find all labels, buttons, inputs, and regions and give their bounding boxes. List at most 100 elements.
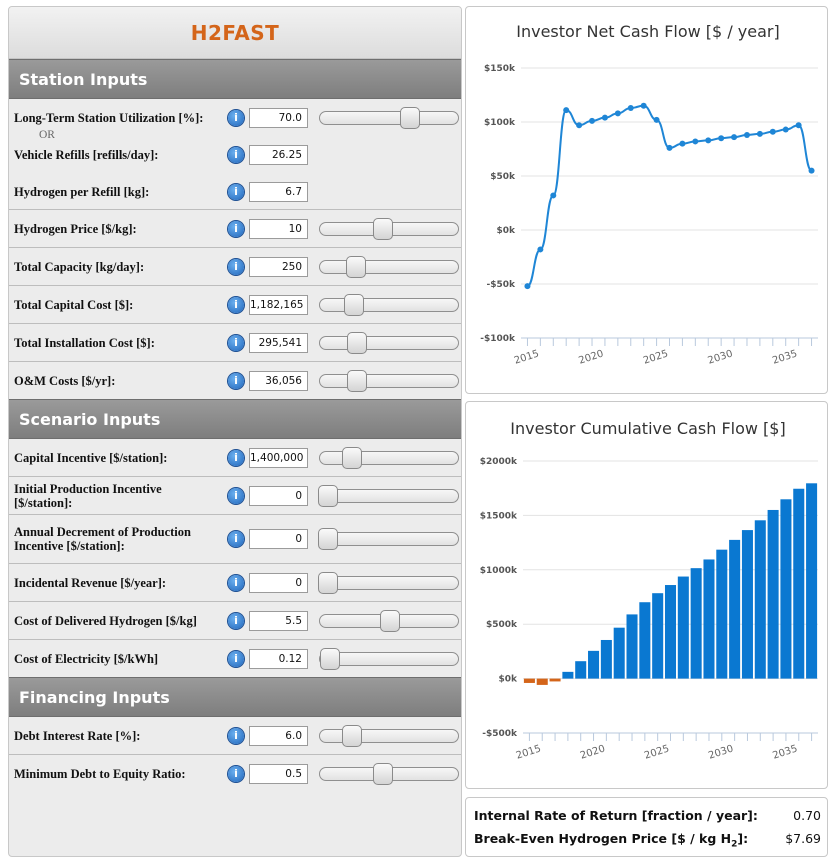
y-tick-label: $150k (484, 64, 516, 74)
x-tick-label: 2030 (707, 743, 735, 761)
x-tick-label: 2015 (513, 348, 541, 366)
info-icon[interactable]: i (228, 334, 244, 351)
info-icon[interactable]: i (228, 372, 244, 389)
info-icon[interactable]: i (228, 531, 244, 547)
slider-knob[interactable] (318, 528, 338, 550)
capital-incentive-slider[interactable] (319, 446, 459, 469)
info-icon[interactable]: i (228, 109, 244, 126)
info-icon[interactable]: i (228, 220, 244, 237)
utilization-group: Long-Term Station Utilization [%]: i 70.… (9, 99, 461, 210)
slider-knob[interactable] (320, 647, 341, 670)
decrement-input[interactable]: 0 (249, 529, 308, 549)
data-point (601, 114, 608, 121)
info-icon[interactable]: i (228, 765, 244, 782)
slider-knob[interactable] (346, 369, 367, 392)
incidental-slider[interactable] (318, 571, 459, 594)
slider-knob[interactable] (318, 571, 338, 594)
debt-rate-slider[interactable] (319, 724, 459, 747)
incidental-label: Incidental Revenue [$/year]: (14, 575, 167, 590)
info-icon[interactable]: i (228, 183, 244, 200)
electricity-input[interactable]: 0.12 (249, 648, 308, 669)
bar (741, 530, 753, 679)
slider-knob[interactable] (342, 724, 362, 747)
x-tick-label: 2035 (771, 348, 799, 366)
breakeven-value: $7.69 (785, 831, 821, 846)
decrement-slider[interactable] (318, 528, 459, 550)
install-cost-input[interactable]: 295,541 (249, 332, 308, 353)
utilization-slider[interactable] (319, 106, 459, 129)
y-tick-label: -$500k (482, 729, 518, 739)
x-tick-label: 2020 (579, 743, 607, 761)
capital-cost-input[interactable]: 1,182,165 (249, 294, 308, 315)
data-point (653, 116, 660, 123)
info-icon[interactable]: i (228, 650, 244, 667)
bar (780, 499, 792, 679)
info-icon[interactable]: i (228, 258, 244, 275)
incidental-input[interactable]: 0 (249, 572, 308, 593)
info-icon[interactable]: i (228, 449, 244, 466)
prod-incentive-group: Initial Production Incentive [$/station]… (9, 477, 461, 515)
row-decrement: Annual Decrement of Production Incentive… (9, 515, 461, 563)
bar (652, 593, 664, 679)
om-costs-label: O&M Costs [$/yr]: (14, 373, 116, 388)
bar (549, 678, 561, 682)
y-tick-label: $50k (490, 172, 516, 182)
prod-incentive-input[interactable]: 0 (249, 485, 308, 506)
x-tick-label: 2020 (577, 348, 605, 366)
delivered-h2-group: Cost of Delivered Hydrogen [$/kg] i 5.5 (9, 602, 461, 640)
data-point (782, 126, 789, 133)
row-utilization: Long-Term Station Utilization [%]: i 70.… (9, 99, 461, 136)
debt-equity-input[interactable]: 0.5 (249, 763, 308, 784)
section-station-inputs: Station Inputs (9, 59, 461, 99)
data-point (614, 110, 621, 117)
info-icon[interactable]: i (228, 487, 244, 504)
refills-input[interactable]: 26.25 (249, 144, 308, 165)
debt-rate-input[interactable]: 6.0 (249, 725, 308, 746)
price-slider[interactable] (319, 217, 459, 240)
delivered-h2-input[interactable]: 5.5 (249, 610, 308, 631)
bar (703, 559, 715, 679)
capacity-input[interactable]: 250 (249, 256, 308, 277)
capital-cost-group: Total Capital Cost [$]: i 1,182,165 (9, 286, 461, 324)
slider-knob[interactable] (399, 106, 420, 129)
row-prod-incentive: Initial Production Incentive [$/station]… (9, 477, 461, 514)
breakeven-label: Break-Even Hydrogen Price [$ / kg H2]: (474, 831, 749, 850)
data-point (692, 138, 699, 145)
decrement-group: Annual Decrement of Production Incentive… (9, 515, 461, 564)
row-capital-incentive: Capital Incentive [$/station]: i 1,400,0… (9, 439, 461, 476)
row-delivered-h2: Cost of Delivered Hydrogen [$/kg] i 5.5 (9, 602, 461, 639)
delivered-h2-slider[interactable] (319, 609, 459, 632)
data-point (666, 144, 673, 151)
om-costs-slider[interactable] (319, 369, 459, 392)
om-costs-input[interactable]: 36,056 (249, 370, 308, 391)
data-point (731, 134, 738, 141)
capital-incentive-input[interactable]: 1,400,000 (249, 447, 308, 468)
data-point (537, 246, 544, 253)
irr-label: Internal Rate of Return [fraction / year… (474, 808, 758, 823)
slider-knob[interactable] (373, 217, 394, 240)
info-icon[interactable]: i (228, 146, 244, 163)
slider-knob[interactable] (345, 255, 366, 278)
slider-knob[interactable] (373, 762, 394, 785)
capital-cost-slider[interactable] (319, 293, 459, 316)
slider-knob[interactable] (318, 484, 338, 507)
install-cost-slider[interactable] (319, 331, 459, 354)
slider-knob[interactable] (380, 609, 401, 632)
slider-knob[interactable] (344, 293, 365, 316)
price-group: Hydrogen Price [$/kg]: i 10 (9, 210, 461, 248)
price-input[interactable]: 10 (249, 218, 308, 239)
slider-knob[interactable] (346, 331, 367, 354)
per-refill-input[interactable]: 6.7 (249, 181, 308, 202)
info-icon[interactable]: i (228, 574, 244, 591)
capacity-slider[interactable] (319, 255, 459, 278)
data-point (795, 122, 802, 129)
cumulative-cash-flow-panel: Investor Cumulative Cash Flow [$] $2000k… (465, 401, 828, 789)
electricity-slider[interactable] (319, 647, 459, 670)
info-icon[interactable]: i (228, 612, 244, 629)
info-icon[interactable]: i (228, 727, 244, 744)
utilization-input[interactable]: 70.0 (249, 107, 308, 128)
slider-knob[interactable] (342, 446, 362, 469)
debt-equity-slider[interactable] (319, 762, 459, 785)
prod-incentive-slider[interactable] (318, 484, 459, 507)
info-icon[interactable]: i (228, 296, 244, 313)
